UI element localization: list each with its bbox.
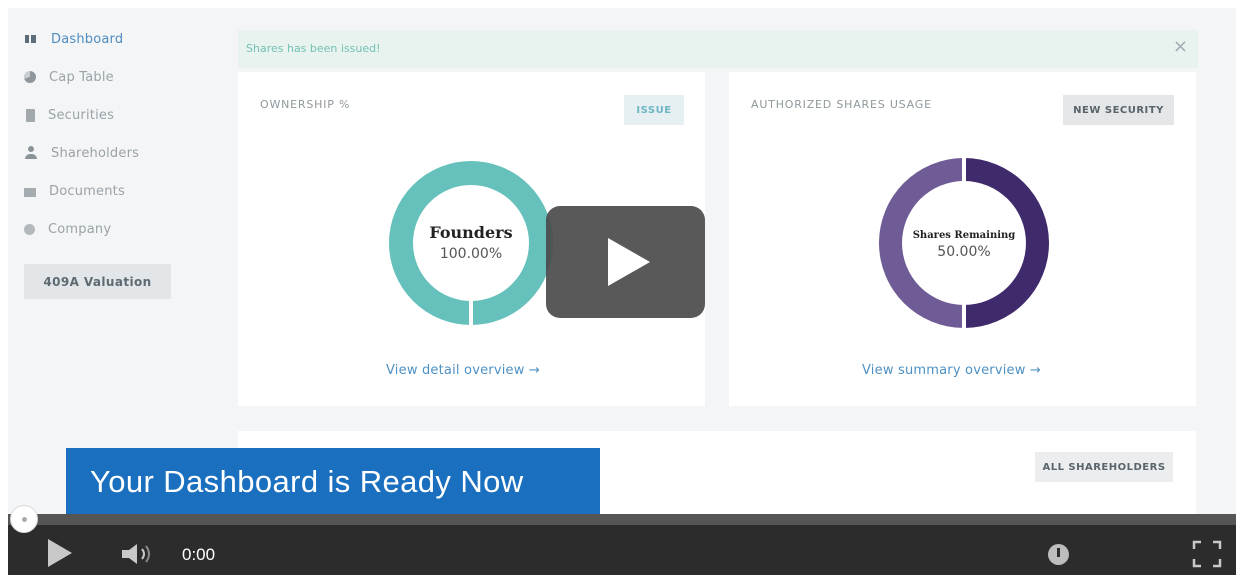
- progress-bar[interactable]: [8, 514, 1236, 525]
- sidebar: Dashboard Cap Table Securities Sharehold…: [8, 8, 208, 514]
- success-alert: Shares has been issued! ×: [238, 30, 1198, 68]
- sidebar-item-cap-table[interactable]: Cap Table: [24, 65, 114, 89]
- caption-banner: Your Dashboard is Ready Now: [66, 448, 600, 516]
- scrubber-handle[interactable]: [10, 505, 38, 533]
- sidebar-item-label: Dashboard: [51, 31, 124, 47]
- authorized-center: Shares Remaining 50.00%: [894, 230, 1034, 260]
- pie-chart-icon: [24, 71, 36, 83]
- sidebar-item-label: Securities: [48, 107, 115, 123]
- document-icon: [24, 187, 36, 197]
- sidebar-item-label: Shareholders: [51, 145, 140, 161]
- volume-icon[interactable]: [120, 541, 160, 567]
- ownership-title: OWNERSHIP %: [260, 98, 351, 111]
- big-play-icon[interactable]: [546, 206, 705, 318]
- video-frame: Dashboard Cap Table Securities Sharehold…: [0, 0, 1244, 575]
- sidebar-item-dashboard[interactable]: Dashboard: [24, 27, 123, 51]
- ownership-center-value: 100.00%: [439, 246, 503, 262]
- new-security-button[interactable]: NEW SECURITY: [1063, 95, 1174, 125]
- dashboard-icon: [24, 32, 38, 46]
- sidebar-item-label: Company: [48, 221, 112, 237]
- sidebar-item-shareholders[interactable]: Shareholders: [24, 141, 139, 165]
- play-icon[interactable]: [48, 539, 72, 567]
- user-icon: [24, 146, 38, 160]
- speed-icon[interactable]: [1048, 544, 1069, 565]
- fullscreen-icon[interactable]: [1192, 540, 1222, 568]
- clipboard-icon: [26, 108, 35, 122]
- issue-button[interactable]: ISSUE: [624, 95, 684, 125]
- alert-message: Shares has been issued!: [246, 42, 381, 55]
- ownership-center-label: Founders: [429, 223, 513, 242]
- 409a-valuation-button[interactable]: 409A Valuation: [24, 264, 171, 299]
- close-icon[interactable]: ×: [1173, 38, 1188, 56]
- all-shareholders-button[interactable]: ALL SHAREHOLDERS: [1035, 452, 1173, 482]
- authorized-center-value: 50.00%: [937, 244, 991, 260]
- authorized-title: AUTHORIZED SHARES USAGE: [751, 98, 932, 111]
- sidebar-item-securities[interactable]: Securities: [24, 103, 114, 127]
- authorized-shares-card: AUTHORIZED SHARES USAGE NEW SECURITY Sha…: [729, 72, 1196, 406]
- video-controls: 0:00: [8, 505, 1236, 575]
- sidebar-item-company[interactable]: Company: [24, 217, 111, 241]
- sidebar-item-documents[interactable]: Documents: [24, 179, 125, 203]
- time-display: 0:00: [182, 545, 216, 564]
- view-detail-overview-link[interactable]: View detail overview →: [386, 363, 540, 378]
- sidebar-item-label: Documents: [49, 183, 125, 199]
- authorized-center-label: Shares Remaining: [912, 230, 1016, 241]
- ownership-center: Founders 100.00%: [401, 223, 541, 262]
- view-summary-overview-link[interactable]: View summary overview →: [862, 363, 1041, 378]
- sidebar-item-label: Cap Table: [49, 69, 114, 85]
- gear-icon: [24, 223, 35, 235]
